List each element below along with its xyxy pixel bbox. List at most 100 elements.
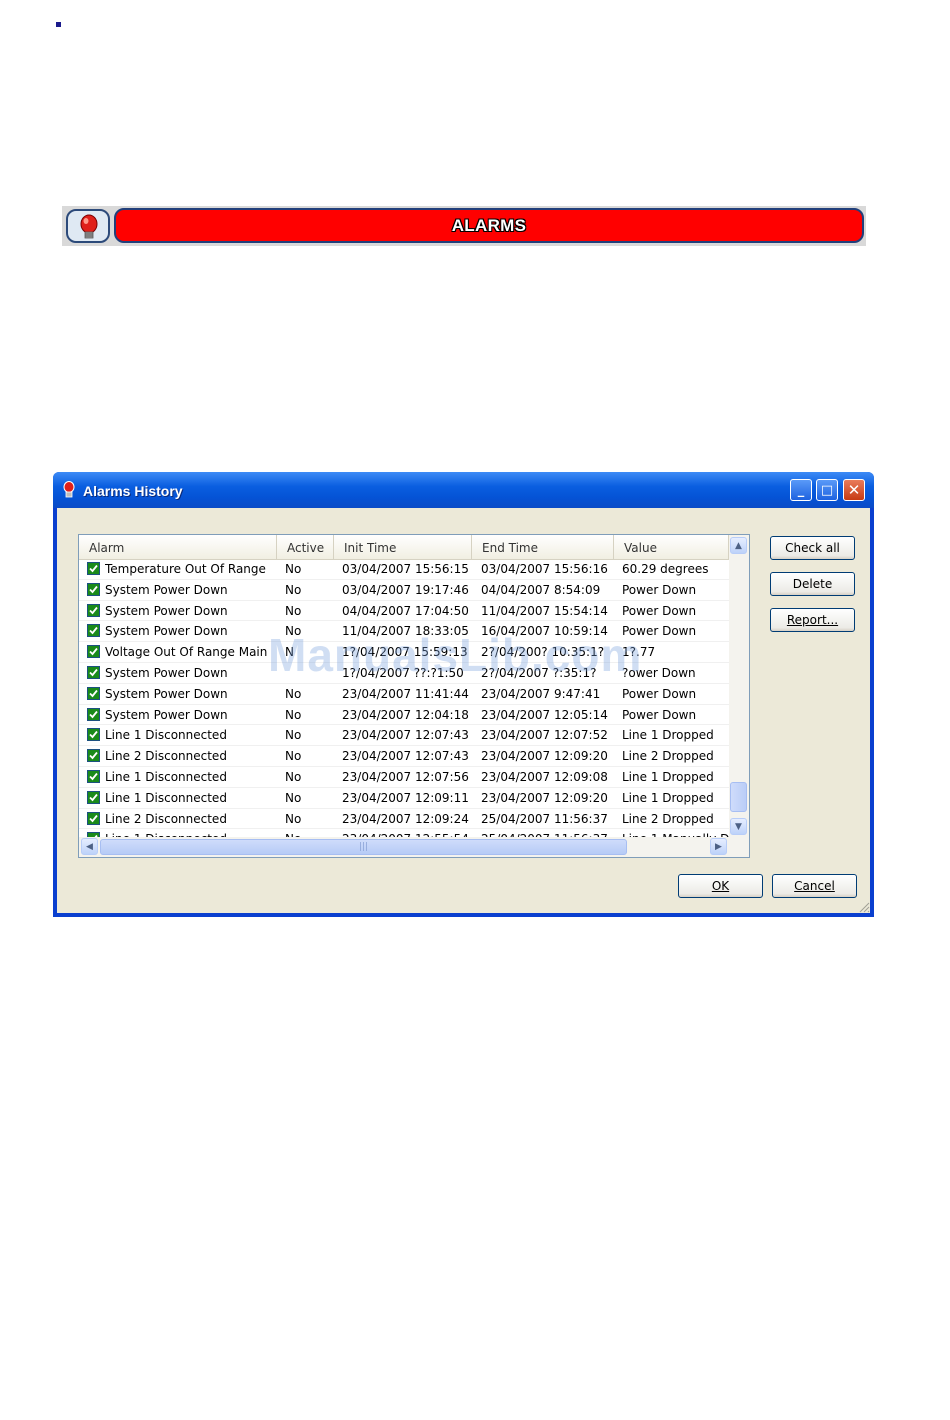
cell-end-time: 04/04/2007 8:54:09 xyxy=(481,582,601,597)
vertical-scroll-thumb[interactable] xyxy=(730,782,747,812)
cell-init-time: 23/04/2007 11:41:44 xyxy=(342,686,469,701)
checked-checkbox[interactable] xyxy=(87,769,100,783)
cell-value: Power Down xyxy=(622,603,697,618)
cell-active: No xyxy=(285,749,302,764)
close-icon: ✕ xyxy=(847,481,861,499)
ok-button[interactable]: OK xyxy=(678,874,763,898)
checked-checkbox[interactable] xyxy=(87,665,100,679)
cell-value: Power Down xyxy=(622,707,697,722)
column-header-end-time[interactable]: End Time xyxy=(472,535,614,559)
cell-active: No xyxy=(285,686,302,701)
horizontal-scroll-thumb[interactable]: ||| xyxy=(100,839,627,855)
column-header-alarm[interactable]: Alarm xyxy=(79,535,277,559)
report-button[interactable]: Report... xyxy=(770,608,855,632)
cell-end-time: 23/04/2007 12:09:20 xyxy=(481,749,608,764)
checked-checkbox[interactable] xyxy=(87,624,100,638)
close-button[interactable]: ✕ xyxy=(843,479,865,501)
dialog-body: Alarm Active Init Time End Time Value Te… xyxy=(57,508,870,913)
checked-checkbox[interactable] xyxy=(87,582,100,596)
checked-checkbox[interactable] xyxy=(87,686,100,700)
checked-checkbox[interactable] xyxy=(87,707,100,721)
cell-init-time: 23/04/2007 12:09:11 xyxy=(342,790,469,805)
table-row[interactable]: Line 2 Disconnected No 23/04/2007 12:07:43… xyxy=(79,746,729,767)
checkmark-icon xyxy=(88,646,99,658)
cell-init-time: 23/04/2007 12:07:43 xyxy=(342,749,469,764)
vertical-scrollbar[interactable]: ▲ ▼ xyxy=(729,535,749,837)
checked-checkbox[interactable] xyxy=(87,790,100,804)
cell-alarm: System Power Down xyxy=(105,707,228,722)
cell-init-time: 03/04/2007 19:17:46 xyxy=(342,582,469,597)
alarms-banner: ALARMS xyxy=(62,206,866,246)
cell-init-time: 03/04/2007 15:56:15 xyxy=(342,562,469,576)
cell-active: No xyxy=(285,707,302,722)
alarm-app-icon xyxy=(63,481,75,498)
checked-checkbox[interactable] xyxy=(87,749,100,763)
banner-title: ALARMS xyxy=(451,215,527,235)
table-row[interactable]: System Power Down No 04/04/2007 17:04:50 11… xyxy=(79,601,729,622)
scroll-down-arrow-icon[interactable]: ▼ xyxy=(730,818,747,835)
cell-alarm: System Power Down xyxy=(105,624,228,639)
checked-checkbox[interactable] xyxy=(87,811,100,825)
checkmark-icon xyxy=(88,750,99,762)
alarms-history-window: Alarms History _ □ ✕ Alarm Active Init T… xyxy=(53,472,874,917)
maximize-button[interactable]: □ xyxy=(816,479,838,501)
cancel-button[interactable]: Cancel xyxy=(772,874,857,898)
cell-alarm: System Power Down xyxy=(105,603,228,618)
table-row[interactable]: Line 2 Disconnected No 23/04/2007 12:09:24… xyxy=(79,809,729,830)
cell-value: Line 1 Dropped xyxy=(622,790,714,805)
cell-value: Line 2 Dropped xyxy=(622,749,714,764)
cell-active: No xyxy=(285,603,302,618)
check-all-button[interactable]: Check all xyxy=(770,536,855,560)
maximize-icon: □ xyxy=(820,482,834,498)
cell-alarm: Line 1 Disconnected xyxy=(105,769,227,784)
checkmark-icon xyxy=(88,583,99,595)
cell-value: Power Down xyxy=(622,582,697,597)
title-bar[interactable]: Alarms History _ □ ✕ xyxy=(53,472,874,508)
minimize-icon: _ xyxy=(797,482,805,498)
checked-checkbox[interactable] xyxy=(87,645,100,659)
checked-checkbox[interactable] xyxy=(87,728,100,742)
checkmark-icon xyxy=(88,625,99,637)
cell-alarm: Line 2 Disconnected xyxy=(105,749,227,764)
cell-end-time: 23/04/2007 12:07:52 xyxy=(481,728,608,743)
checked-checkbox[interactable] xyxy=(87,603,100,617)
checkmark-icon xyxy=(88,563,99,574)
table-row[interactable]: Line 1 Disconnected No 23/04/2007 12:09:11… xyxy=(79,788,729,809)
checkmark-icon xyxy=(88,729,99,741)
minimize-button[interactable]: _ xyxy=(790,479,812,501)
cell-value: Power Down xyxy=(622,686,697,701)
checkmark-icon xyxy=(88,812,99,824)
resize-grip-icon[interactable] xyxy=(857,900,870,913)
scroll-up-arrow-icon[interactable]: ▲ xyxy=(730,537,747,554)
checkmark-icon xyxy=(88,666,99,678)
cell-end-time: 23/04/2007 12:09:20 xyxy=(481,790,608,805)
cell-alarm: Line 2 Disconnected xyxy=(105,811,227,826)
cell-value: 60.29 degrees xyxy=(622,562,709,576)
table-row[interactable]: Line 1 Disconnected No 23/04/2007 12:07:43… xyxy=(79,725,729,747)
table-row[interactable]: Line 1 Disconnected No 23/04/2007 12:07:56… xyxy=(79,767,729,788)
cell-end-time: 25/04/2007 11:56:37 xyxy=(481,811,608,826)
alarms-list[interactable]: Alarm Active Init Time End Time Value Te… xyxy=(78,534,750,858)
cell-init-time: 23/04/2007 12:07:56 xyxy=(342,769,469,784)
list-rows: Temperature Out Of Range No 03/04/2007 15:… xyxy=(79,559,729,851)
cell-end-time: 03/04/2007 15:56:16 xyxy=(481,562,608,576)
cell-end-time: 11/04/2007 15:54:14 xyxy=(481,603,608,618)
checkmark-icon xyxy=(88,687,99,699)
table-row[interactable]: Temperature Out Of Range No 03/04/2007 15:… xyxy=(79,559,729,580)
table-row[interactable]: System Power Down No 23/04/2007 11:41:44 23… xyxy=(79,684,729,705)
cell-active: No xyxy=(285,728,302,743)
cell-alarm: Temperature Out Of Range xyxy=(105,562,266,576)
scroll-left-arrow-icon[interactable]: ◀ xyxy=(81,838,98,855)
column-header-init-time[interactable]: Init Time xyxy=(334,535,472,559)
cell-active: No xyxy=(285,811,302,826)
delete-button[interactable]: Delete xyxy=(770,572,855,596)
scroll-right-arrow-icon[interactable]: ▶ xyxy=(710,838,727,855)
column-header-active[interactable]: Active xyxy=(277,535,334,559)
checked-checkbox[interactable] xyxy=(87,562,100,575)
column-header-value[interactable]: Value xyxy=(614,535,729,559)
table-row[interactable]: System Power Down No 23/04/2007 12:04:18 23… xyxy=(79,705,729,726)
cell-end-time: 23/04/2007 12:05:14 xyxy=(481,707,608,722)
horizontal-scrollbar[interactable]: ◀ ||| ▶ xyxy=(79,837,749,857)
cell-value: Line 1 Dropped xyxy=(622,728,714,743)
table-row[interactable]: System Power Down No 03/04/2007 19:17:46 04… xyxy=(79,580,729,601)
